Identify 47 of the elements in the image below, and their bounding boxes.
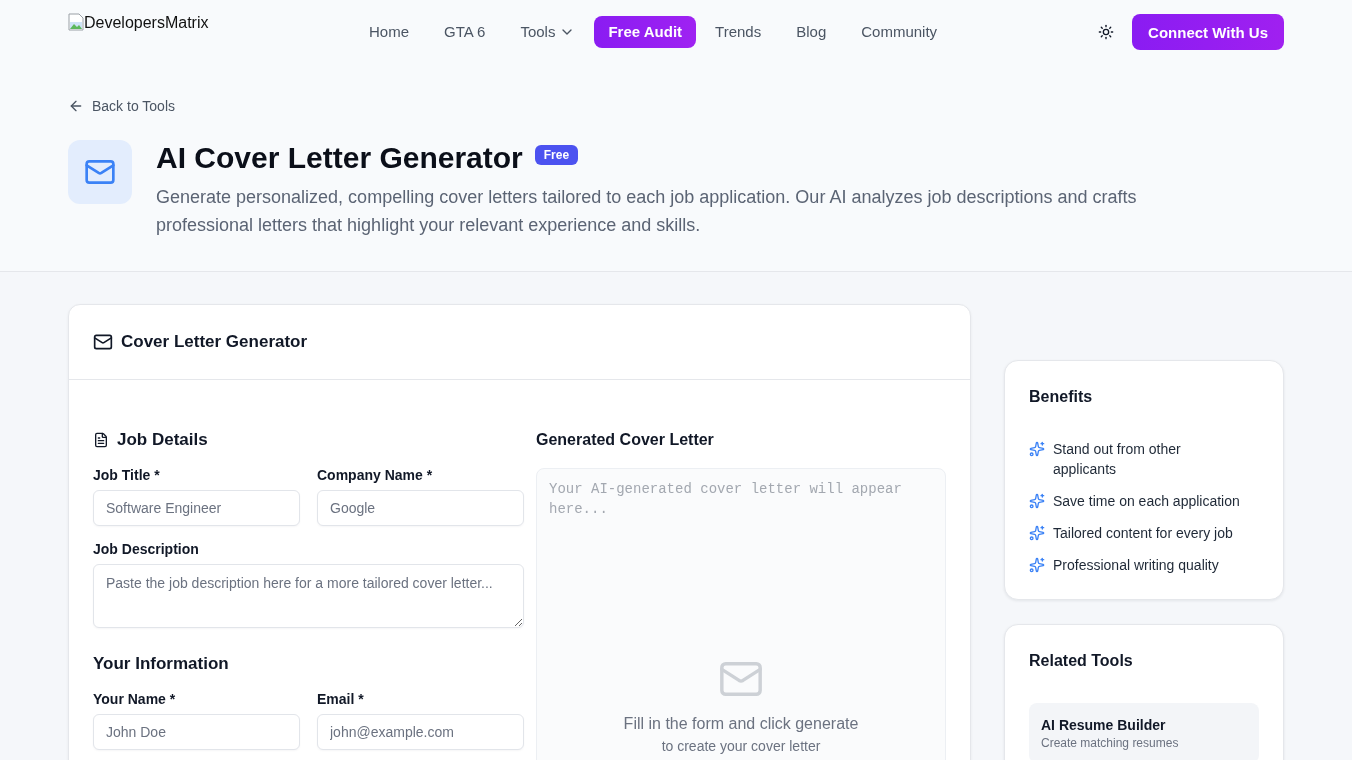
tool-name: AI Resume Builder: [1041, 716, 1167, 735]
section-heading: Your Information: [93, 653, 229, 675]
mail-icon: [93, 332, 113, 352]
section-heading: Job Details: [117, 429, 208, 451]
sparkles-icon: [1029, 557, 1045, 573]
benefit-text: Tailored content for every job: [1053, 524, 1233, 543]
nav-link[interactable]: Community: [845, 14, 954, 50]
text-input[interactable]: john@example.com: [317, 714, 524, 750]
related-tool-link[interactable]: AI Resume Builder Create matching resumes: [1029, 703, 1259, 760]
nav-dropdown[interactable]: Tools: [504, 14, 592, 50]
field-label: Company Name *: [317, 466, 434, 485]
logo-alt-text[interactable]: DevelopersMatrix: [84, 13, 209, 33]
tool-description: Create matching resumes: [1041, 735, 1180, 751]
text-input[interactable]: Software Engineer: [93, 490, 300, 526]
text-input[interactable]: Google: [317, 490, 524, 526]
benefit-text: Stand out from other applicants: [1053, 440, 1182, 479]
back-link[interactable]: Back to Tools: [68, 96, 175, 116]
page-title: AI Cover Letter Generator: [156, 140, 523, 176]
nav-link[interactable]: Blog: [780, 14, 843, 50]
nav-link[interactable]: Trends: [699, 14, 778, 50]
nav-link[interactable]: Home: [353, 14, 425, 50]
field-label: Job Title *: [93, 466, 161, 485]
card-title: Cover Letter Generator: [121, 332, 308, 352]
benefit-text: Save time on each application: [1053, 492, 1240, 511]
field-label: Email *: [317, 690, 365, 709]
sparkles-icon: [1029, 525, 1045, 541]
sun-icon: [1098, 24, 1115, 40]
empty-hint: to create your cover letter: [661, 737, 821, 756]
mail-icon: [68, 140, 132, 204]
free-badge: Free: [534, 145, 579, 165]
benefit-text: Professional writing quality: [1053, 556, 1219, 575]
card-title: Benefits: [1029, 387, 1094, 407]
broken-image-icon: [68, 13, 84, 31]
nav-highlight-button[interactable]: Free Audit: [594, 16, 697, 48]
card-title: Related Tools: [1029, 651, 1134, 671]
empty-message: Fill in the form and click generate: [623, 714, 859, 734]
field-label: Job Description: [93, 540, 200, 559]
text-input[interactable]: John Doe: [93, 714, 300, 750]
section-heading: Generated Cover Letter: [536, 430, 715, 450]
document-icon: [93, 432, 109, 448]
page-description: Generate personalized, compelling cover letters tailored to each job application. Our AI analyzes job descriptions and crafts professional letters that highlight your relevant experience and skills.: [156, 186, 1138, 237]
sparkles-icon: [1029, 441, 1045, 457]
connect-button[interactable]: Connect With Us: [1132, 14, 1284, 50]
field-label: Your Name *: [93, 690, 177, 709]
sparkles-icon: [1029, 493, 1045, 509]
textarea-input[interactable]: Paste the job description here for a more tailored cover letter...: [93, 564, 524, 628]
nav-link[interactable]: GTA 6: [428, 14, 502, 50]
